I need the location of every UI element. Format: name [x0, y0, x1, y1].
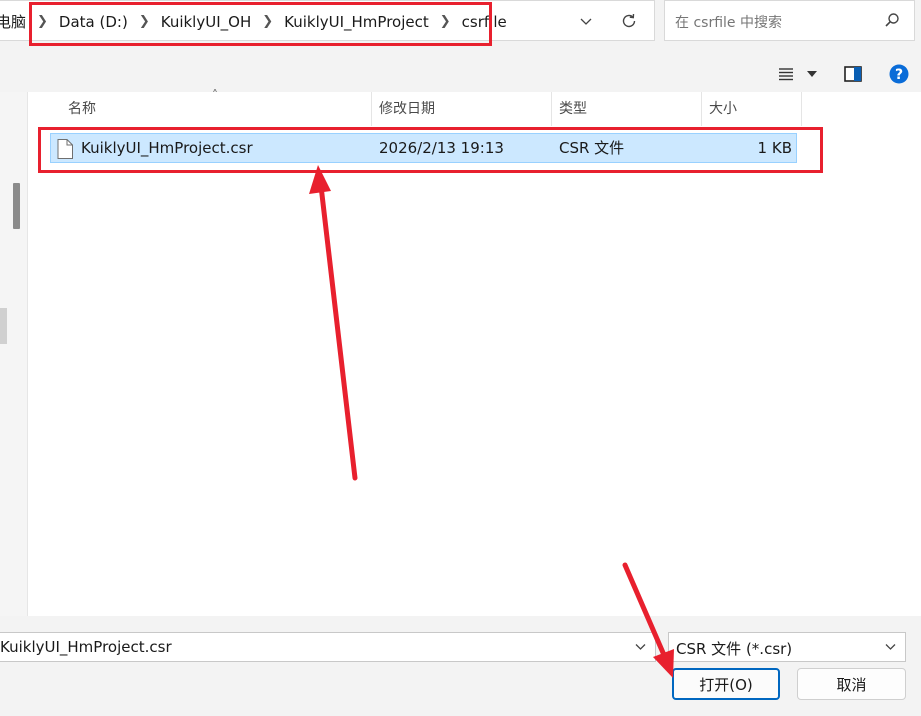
file-icon	[57, 139, 73, 163]
navigation-pane-scrollbar[interactable]	[0, 92, 28, 616]
scrollbar-thumb[interactable]	[13, 183, 20, 229]
column-divider[interactable]	[371, 92, 372, 126]
column-header-name[interactable]: 名称	[68, 92, 96, 126]
preview-pane-icon[interactable]	[843, 64, 863, 84]
search-placeholder: 在 csrfile 中搜索	[675, 15, 782, 31]
column-header-size[interactable]: 大小	[709, 92, 737, 126]
file-size: 1 KB	[757, 139, 792, 157]
file-name: KuiklyUI_HmProject.csr	[81, 139, 253, 157]
open-button[interactable]: 打开(O)	[672, 668, 780, 700]
chevron-down-icon[interactable]	[574, 9, 598, 33]
breadcrumb-drive[interactable]: Data (D:)	[55, 13, 132, 31]
search-icon[interactable]	[884, 12, 900, 32]
sort-ascending-icon: ˄	[212, 88, 218, 102]
column-divider[interactable]	[701, 92, 702, 126]
breadcrumb-separator-icon[interactable]: ❯	[433, 14, 458, 29]
column-divider[interactable]	[801, 92, 802, 126]
chevron-down-icon[interactable]	[884, 640, 897, 657]
svg-text:?: ?	[895, 67, 903, 83]
refresh-icon[interactable]	[617, 9, 641, 33]
column-divider[interactable]	[551, 92, 552, 126]
breadcrumb-folder-csrfile[interactable]: csrfile	[458, 13, 511, 31]
help-icon[interactable]: ?	[888, 63, 910, 85]
navigation-pane-edge	[0, 308, 7, 344]
filename-value: KuiklyUI_HmProject.csr	[0, 638, 172, 656]
address-bar[interactable]: 电脑 ❯ Data (D:) ❯ KuiklyUI_OH ❯ KuiklyUI_…	[0, 0, 655, 41]
filetype-value: CSR 文件 (*.csr)	[676, 640, 793, 658]
file-modified: 2026/2/13 19:13	[379, 139, 504, 157]
breadcrumb-folder-hmproject[interactable]: KuiklyUI_HmProject	[280, 13, 433, 31]
file-list[interactable]: ˄ 名称 修改日期 类型 大小 KuiklyUI_HmProject.csr 2…	[28, 88, 921, 616]
cancel-button[interactable]: 取消	[797, 668, 906, 700]
chevron-down-icon[interactable]	[805, 67, 819, 81]
search-input[interactable]: 在 csrfile 中搜索	[664, 0, 915, 41]
breadcrumb-separator-icon[interactable]: ❯	[255, 14, 280, 29]
command-bar: ?	[0, 57, 921, 91]
breadcrumb-folder-kuiklyui-oh[interactable]: KuiklyUI_OH	[157, 13, 255, 31]
view-list-icon[interactable]	[776, 66, 796, 82]
breadcrumb-separator-icon[interactable]: ❯	[132, 14, 157, 29]
table-row[interactable]: KuiklyUI_HmProject.csr 2026/2/13 19:13 C…	[50, 133, 797, 163]
breadcrumb: 电脑 ❯ Data (D:) ❯ KuiklyUI_OH ❯ KuiklyUI_…	[0, 1, 511, 42]
dialog-footer: KuiklyUI_HmProject.csr CSR 文件 (*.csr) 打开…	[0, 616, 921, 716]
chevron-down-icon[interactable]	[634, 640, 647, 657]
breadcrumb-separator-icon[interactable]: ❯	[30, 14, 55, 29]
column-header-modified[interactable]: 修改日期	[379, 92, 435, 126]
breadcrumb-this-pc[interactable]: 电脑	[0, 11, 30, 32]
filename-field[interactable]: KuiklyUI_HmProject.csr	[0, 632, 656, 662]
column-header-type[interactable]: 类型	[559, 92, 587, 126]
filetype-select[interactable]: CSR 文件 (*.csr)	[668, 632, 906, 662]
file-type: CSR 文件	[559, 139, 625, 157]
